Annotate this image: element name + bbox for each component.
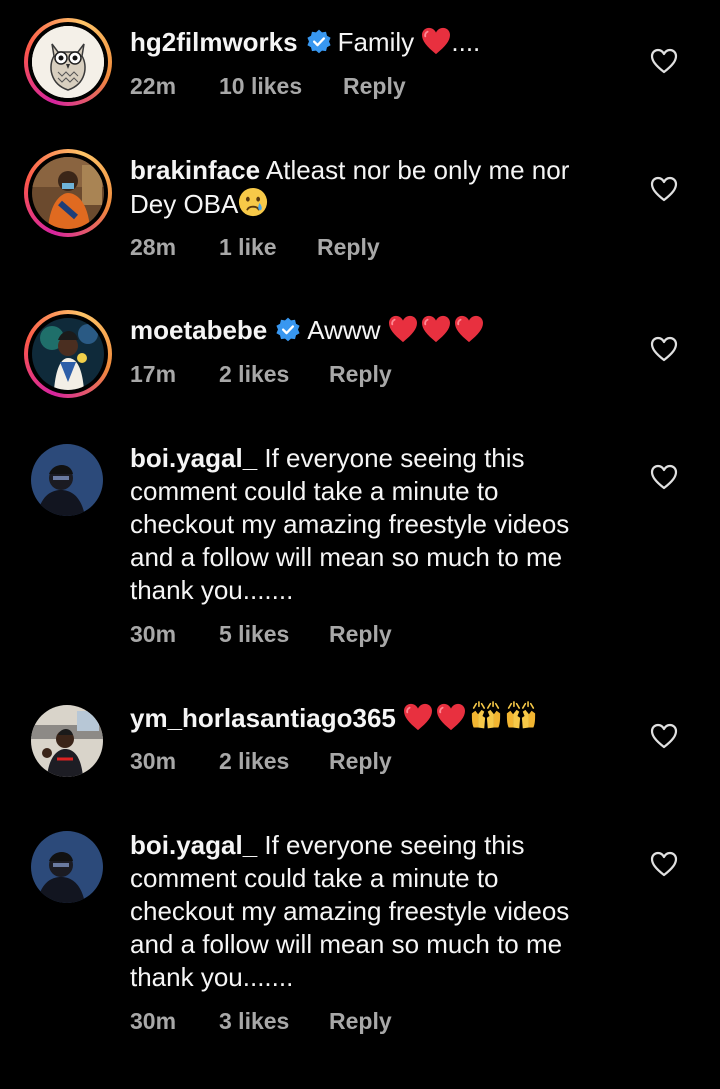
- avatar[interactable]: [24, 823, 112, 911]
- comment-body: Awww: [307, 315, 381, 345]
- comment-body: If everyone seeing this: [264, 443, 525, 473]
- comment-likes[interactable]: 5 likes: [219, 621, 329, 648]
- red-heart-emoji-icon: [388, 315, 418, 343]
- like-heart-icon[interactable]: [650, 463, 678, 491]
- comment-meta: 30m 3 likes Reply: [130, 1008, 392, 1035]
- comment-text: brakinface Atleast nor be only me nor De…: [130, 154, 630, 221]
- comment-meta: 28m 1 like Reply: [130, 234, 380, 261]
- reply-button[interactable]: Reply: [329, 361, 392, 388]
- reply-button[interactable]: Reply: [329, 748, 392, 775]
- comment-body-line2: Dey OBA: [130, 189, 239, 219]
- avatar-photo: [31, 831, 103, 903]
- comment-time: 30m: [130, 1008, 177, 1034]
- person-photo-icon: [31, 705, 103, 777]
- comment-body: If everyone seeing this: [264, 830, 525, 860]
- comment-username[interactable]: boi.yagal_: [130, 830, 257, 860]
- crying-face-emoji-icon: [238, 187, 268, 217]
- comment-time: 30m: [130, 748, 177, 774]
- comment-username[interactable]: ym_horlasantiago365: [130, 703, 396, 733]
- comment-username[interactable]: boi.yagal_: [130, 443, 257, 473]
- comment-body-line5: thank you.......: [130, 575, 294, 605]
- comment-body-line5: thank you.......: [130, 962, 294, 992]
- like-heart-icon[interactable]: [650, 47, 678, 75]
- comment-text: hg2filmworks Family ....: [130, 26, 630, 59]
- avatar-story-ring[interactable]: [24, 18, 112, 106]
- avatar-story-ring[interactable]: [24, 310, 112, 398]
- comment-likes[interactable]: 2 likes: [219, 361, 329, 388]
- person-photo-icon: [32, 157, 104, 229]
- red-heart-emoji-icon: [421, 27, 451, 55]
- comment-text: moetabebe Awww: [130, 314, 630, 347]
- person-photo-icon: [31, 831, 103, 903]
- comment-likes[interactable]: 2 likes: [219, 748, 329, 775]
- reply-button[interactable]: Reply: [343, 73, 406, 100]
- person-photo-icon: [31, 444, 103, 516]
- reply-button[interactable]: Reply: [329, 1008, 392, 1035]
- comment-body-line3: checkout my amazing freestyle videos: [130, 509, 570, 539]
- like-heart-icon[interactable]: [650, 175, 678, 203]
- avatar-photo: [31, 705, 103, 777]
- like-heart-icon[interactable]: [650, 850, 678, 878]
- raising-hands-emoji-icon: [470, 701, 502, 731]
- owl-avatar-icon: [32, 26, 104, 98]
- comment-trailing: ....: [451, 27, 481, 57]
- comment-meta: 30m 2 likes Reply: [130, 748, 392, 775]
- avatar[interactable]: [24, 436, 112, 524]
- comment-meta: 17m 2 likes Reply: [130, 361, 392, 388]
- avatar-photo: [32, 318, 104, 390]
- comment-body: Atleast nor be only me nor: [265, 155, 570, 185]
- avatar[interactable]: [24, 697, 112, 785]
- comment-likes[interactable]: 10 likes: [219, 73, 343, 100]
- person-photo-icon: [32, 318, 104, 390]
- avatar-owl: [32, 26, 104, 98]
- red-heart-emoji-icon: [403, 703, 433, 731]
- comment-likes[interactable]: 3 likes: [219, 1008, 329, 1035]
- reply-button[interactable]: Reply: [329, 621, 392, 648]
- red-heart-emoji-icon: [421, 315, 451, 343]
- comment-body-line2: comment could take a minute to: [130, 476, 499, 506]
- comment-body-line4: and a follow will mean so much to me: [130, 542, 563, 572]
- comment-text: boi.yagal_ If everyone seeing this comme…: [130, 829, 630, 994]
- verified-badge-icon: [306, 29, 332, 55]
- comment-meta: 22m 10 likes Reply: [130, 73, 406, 100]
- red-heart-emoji-icon: [436, 703, 466, 731]
- reply-button[interactable]: Reply: [317, 234, 380, 261]
- comment-text: ym_horlasantiago365: [130, 701, 630, 735]
- comment-body-line3: checkout my amazing freestyle videos: [130, 896, 570, 926]
- comment-meta: 30m 5 likes Reply: [130, 621, 392, 648]
- like-heart-icon[interactable]: [650, 722, 678, 750]
- avatar-photo: [32, 157, 104, 229]
- comment-body-line2: comment could take a minute to: [130, 863, 499, 893]
- like-heart-icon[interactable]: [650, 335, 678, 363]
- red-heart-emoji-icon: [454, 315, 484, 343]
- comment-time: 17m: [130, 361, 177, 387]
- comment-time: 28m: [130, 234, 177, 260]
- comment-body-line4: and a follow will mean so much to me: [130, 929, 563, 959]
- comment-time: 30m: [130, 621, 177, 647]
- raising-hands-emoji-icon: [505, 701, 537, 731]
- avatar-photo: [31, 444, 103, 516]
- comment-username[interactable]: moetabebe: [130, 315, 267, 345]
- avatar-story-ring[interactable]: [24, 149, 112, 237]
- comment-body: Family: [337, 27, 415, 57]
- comment-username[interactable]: brakinface: [130, 155, 260, 185]
- comment-likes[interactable]: 1 like: [219, 234, 317, 261]
- comment-time: 22m: [130, 73, 177, 99]
- verified-badge-icon: [275, 317, 301, 343]
- comment-text: boi.yagal_ If everyone seeing this comme…: [130, 442, 630, 607]
- comment-username[interactable]: hg2filmworks: [130, 27, 298, 57]
